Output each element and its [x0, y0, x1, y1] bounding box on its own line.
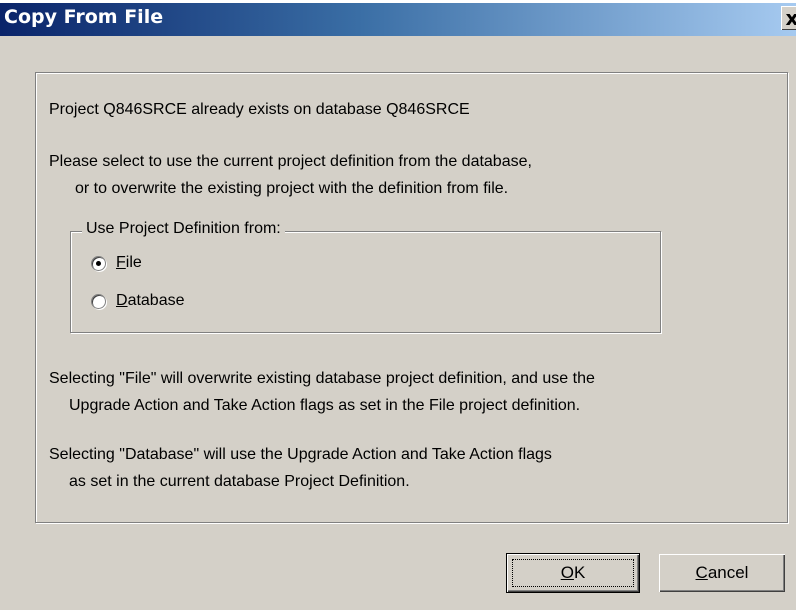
- close-icon: x: [785, 6, 796, 30]
- radio-file[interactable]: [91, 256, 106, 271]
- cancel-button[interactable]: Cancel: [659, 554, 785, 592]
- close-button[interactable]: x: [781, 6, 796, 30]
- database-note-line-2: as set in the current database Project D…: [69, 473, 410, 490]
- radio-file-label[interactable]: File: [116, 254, 142, 272]
- database-note-line-1: Selecting "Database" will use the Upgrad…: [49, 446, 552, 463]
- radio-database-label[interactable]: Database: [116, 292, 185, 310]
- title-bar-highlight: [0, 0, 796, 3]
- file-note-line-2: Upgrade Action and Take Action flags as …: [69, 397, 581, 414]
- groupbox-legend: Use Project Definition from:: [82, 220, 285, 238]
- focus-rectangle: [512, 559, 634, 587]
- exists-message: Project Q846SRCE already exists on datab…: [49, 101, 470, 118]
- instruction-line-2: or to overwrite the existing project wit…: [75, 180, 509, 197]
- radio-database[interactable]: [91, 294, 106, 309]
- title-bar[interactable]: Copy From File: [0, 0, 796, 36]
- project-definition-groupbox: [70, 231, 661, 333]
- ok-button[interactable]: OK: [506, 553, 640, 593]
- window-title: Copy From File: [4, 6, 164, 28]
- radio-selected-dot: [96, 261, 101, 266]
- file-note-line-1: Selecting "File" will overwrite existing…: [49, 370, 595, 387]
- instruction-line-1: Please select to use the current project…: [49, 153, 532, 170]
